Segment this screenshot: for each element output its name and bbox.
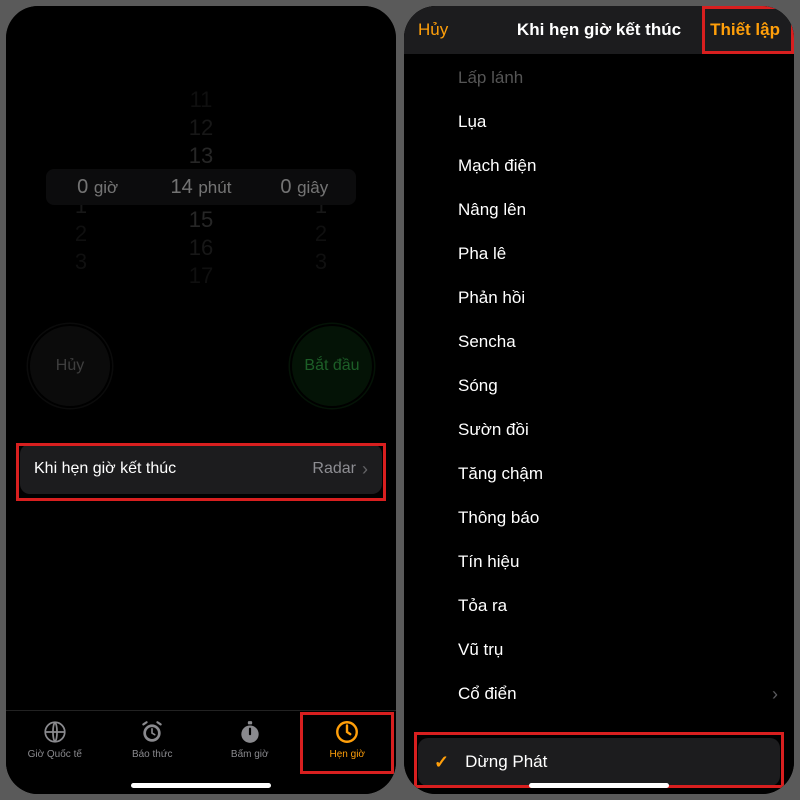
sound-item[interactable]: Tín hiệu — [404, 540, 794, 584]
timer-buttons-row: Hủy Bắt đầu — [6, 326, 396, 406]
when-timer-ends-row[interactable]: Khi hẹn giờ kết thúc Radar › — [20, 444, 382, 494]
sound-picker-screen: Hủy Khi hẹn giờ kết thúc Thiết lập Lấp l… — [404, 6, 794, 794]
sound-item[interactable]: Vũ trụ — [404, 628, 794, 672]
done-button[interactable]: Thiết lập — [710, 20, 780, 40]
timer-screen: 0 giờ 14 phút 0 giây 1 2 3 11 12 13 15 1… — [6, 6, 396, 794]
sound-item[interactable]: Phản hồi — [404, 276, 794, 320]
timer-icon — [334, 719, 360, 745]
home-indicator[interactable] — [529, 783, 669, 788]
seconds-unit: giây — [297, 178, 328, 197]
sound-item-label: Cổ điển — [458, 684, 517, 704]
minutes-unit: phút — [198, 178, 231, 197]
alarm-icon — [139, 719, 165, 745]
cancel-button[interactable]: Hủy — [30, 326, 110, 406]
when-timer-ends-label: Khi hẹn giờ kết thúc — [34, 460, 176, 478]
checkmark-icon: ✓ — [434, 752, 449, 773]
sound-item[interactable]: Lấp lánh — [404, 56, 794, 100]
sound-item[interactable]: Pha lê — [404, 232, 794, 276]
sound-item[interactable]: Sườn đồi — [404, 408, 794, 452]
cancel-button-label: Hủy — [56, 357, 84, 375]
sound-item[interactable]: Sóng — [404, 364, 794, 408]
tab-alarm[interactable]: Báo thức — [104, 719, 202, 760]
home-indicator[interactable] — [131, 783, 271, 788]
sound-list[interactable]: Lấp lánhLụaMạch điệnNâng lênPha lêPhản h… — [404, 54, 794, 716]
tab-label: Giờ Quốc tế — [28, 749, 82, 760]
duration-picker[interactable]: 0 giờ 14 phút 0 giây 1 2 3 11 12 13 15 1… — [6, 86, 396, 286]
chevron-right-icon: › — [362, 459, 368, 480]
tab-label: Bấm giờ — [231, 749, 269, 760]
sound-item[interactable]: Tăng chậm — [404, 452, 794, 496]
when-timer-ends-value: Radar — [312, 460, 356, 478]
stop-playing-label: Dừng Phát — [465, 752, 547, 772]
sound-picker-sheet: Hủy Khi hẹn giờ kết thúc Thiết lập Lấp l… — [404, 6, 794, 794]
start-button-label: Bắt đầu — [304, 357, 359, 375]
sheet-header: Hủy Khi hẹn giờ kết thúc Thiết lập — [404, 6, 794, 54]
start-button[interactable]: Bắt đầu — [292, 326, 372, 406]
picker-selection-bar: 0 giờ 14 phút 0 giây — [46, 169, 356, 205]
sound-item-classic[interactable]: Cổ điển › — [404, 672, 794, 716]
stopwatch-icon — [237, 719, 263, 745]
sound-item[interactable]: Nâng lên — [404, 188, 794, 232]
tab-world-clock[interactable]: Giờ Quốc tế — [6, 719, 104, 760]
tab-bar: Giờ Quốc tế Báo thức Bấm giờ Hẹn giờ — [6, 710, 396, 794]
sound-item[interactable]: Mạch điện — [404, 144, 794, 188]
sound-item[interactable]: Thông báo — [404, 496, 794, 540]
sound-item[interactable]: Sencha — [404, 320, 794, 364]
tab-timer[interactable]: Hẹn giờ — [299, 719, 397, 760]
sound-item[interactable]: Lụa — [404, 100, 794, 144]
hours-unit: giờ — [94, 178, 118, 197]
cancel-button[interactable]: Hủy — [418, 20, 448, 40]
seconds-value: 0 — [280, 176, 291, 198]
tab-stopwatch[interactable]: Bấm giờ — [201, 719, 299, 760]
globe-icon — [42, 719, 68, 745]
stop-playing-row[interactable]: ✓ Dừng Phát — [418, 738, 780, 786]
hours-value: 0 — [77, 176, 88, 198]
tab-label: Hẹn giờ — [330, 749, 365, 760]
sound-item[interactable]: Tỏa ra — [404, 584, 794, 628]
minutes-value: 14 — [171, 176, 193, 198]
tab-label: Báo thức — [132, 749, 173, 760]
chevron-right-icon: › — [772, 684, 778, 705]
